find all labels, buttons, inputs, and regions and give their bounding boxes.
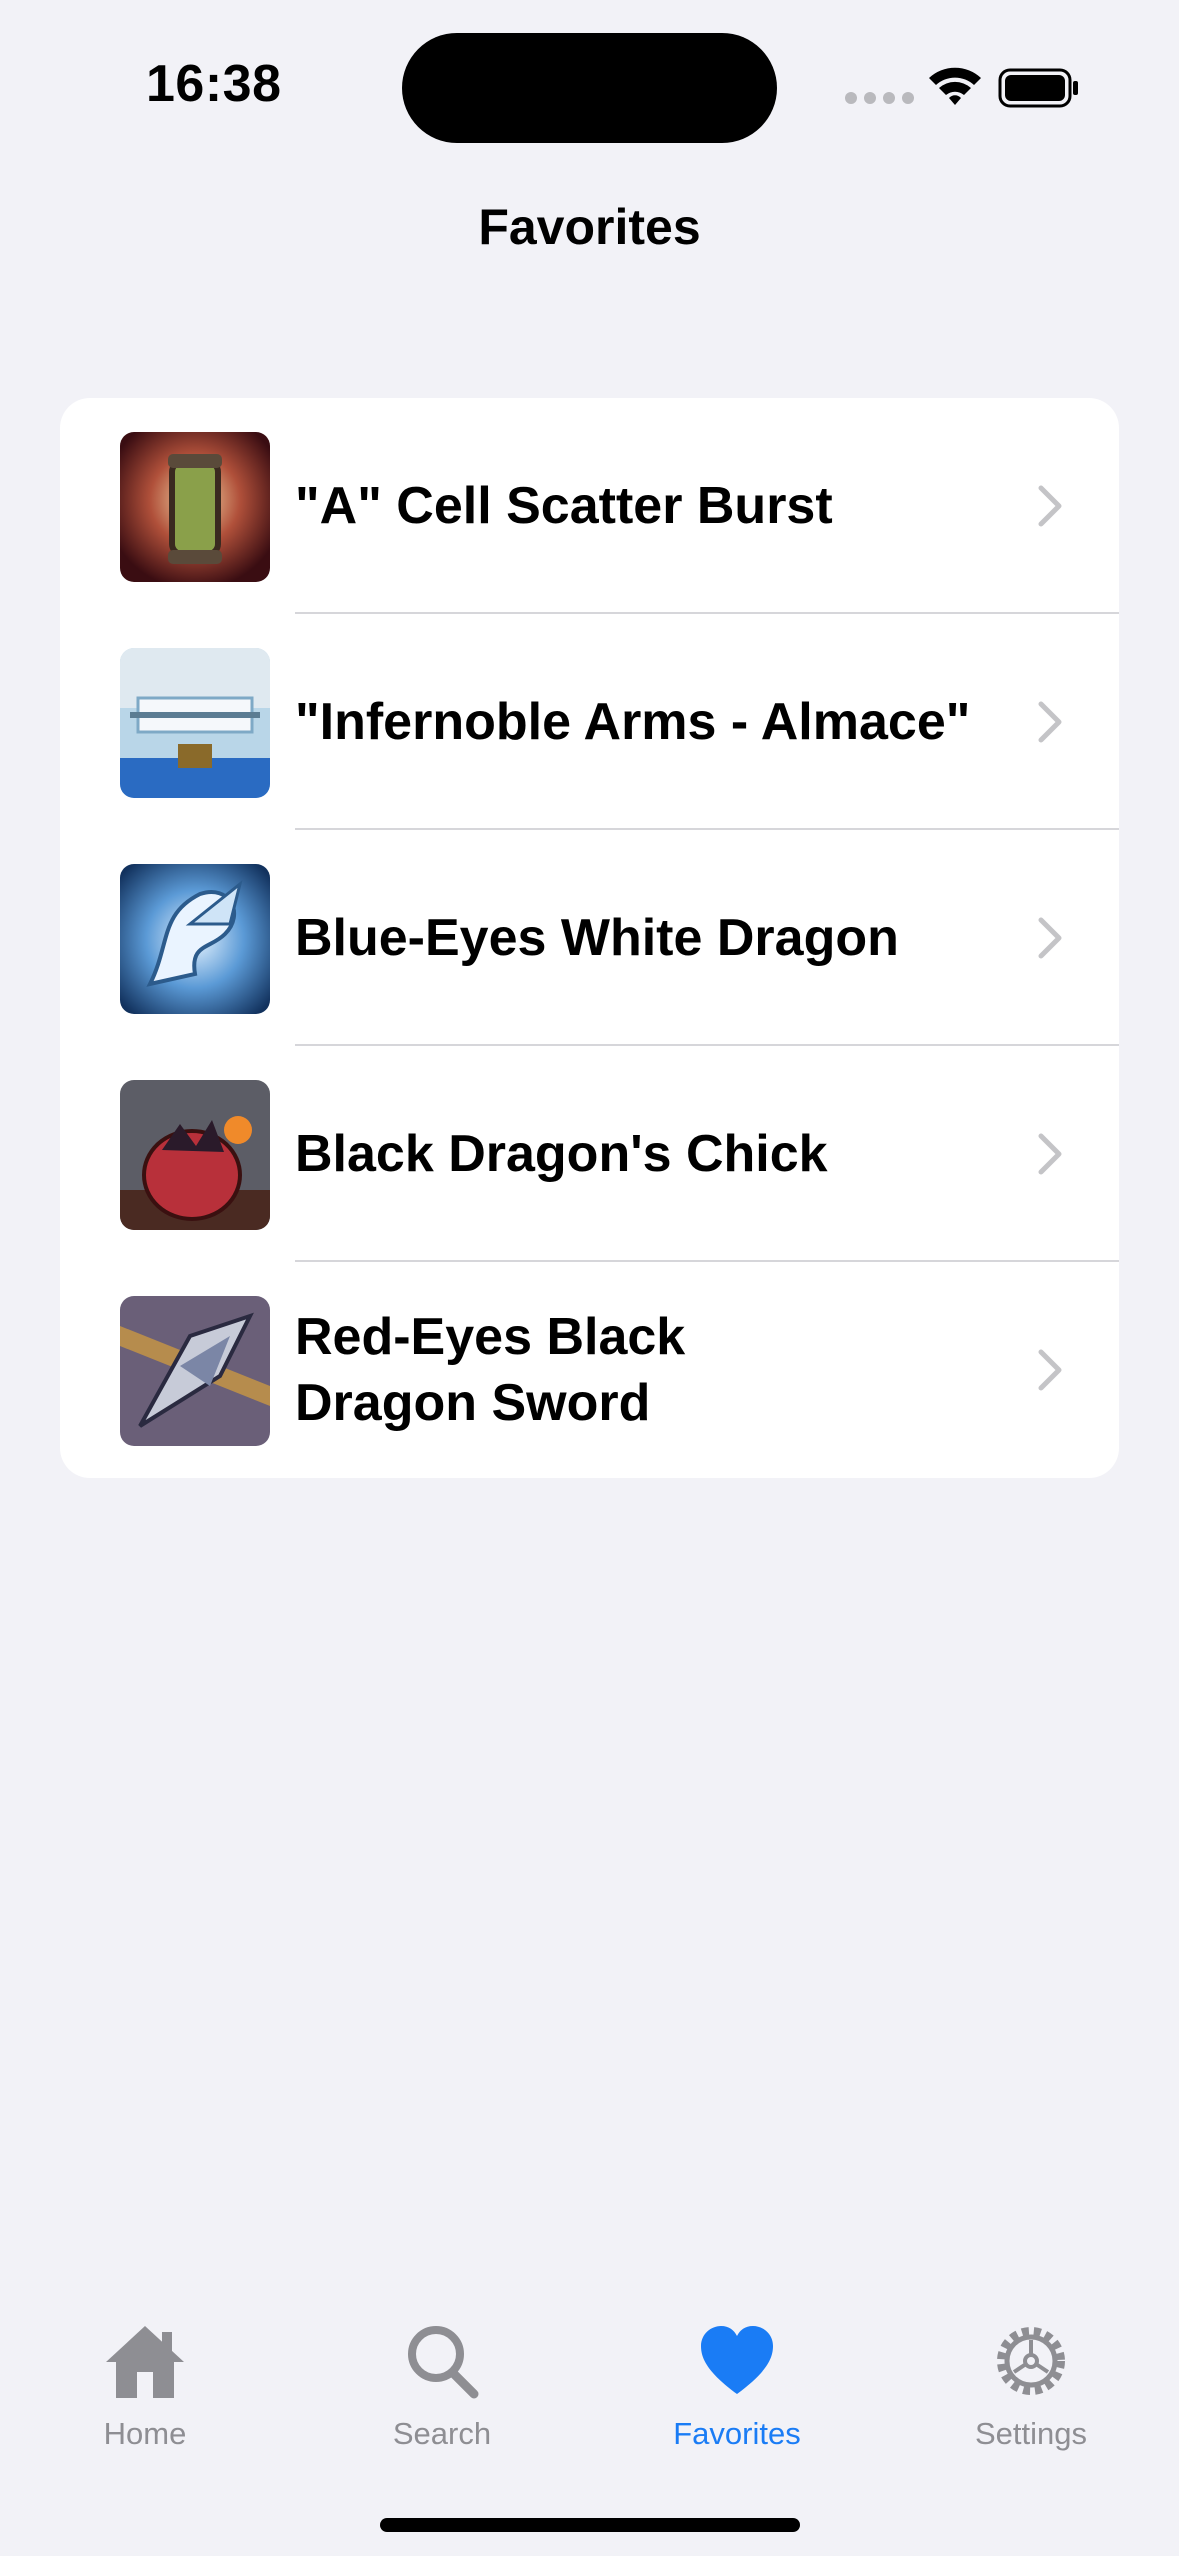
house-icon: [106, 2326, 184, 2398]
list-item[interactable]: Blue-Eyes White Dragon: [60, 830, 1119, 1046]
chevron-right-icon: [1038, 485, 1062, 527]
tab-bar: Home Search Favorites Settings: [0, 2290, 1179, 2556]
tab-label: Home: [103, 2416, 187, 2451]
home-indicator[interactable]: [380, 2518, 800, 2532]
page-title: Favorites: [478, 199, 701, 255]
chevron-right-icon: [1038, 1349, 1062, 1391]
card-thumbnail: [120, 864, 270, 1014]
chevron-right-icon: [1038, 701, 1062, 743]
tab-home[interactable]: Home: [30, 2320, 260, 2470]
gear-icon: [997, 2327, 1065, 2395]
card-thumbnail: [120, 432, 270, 582]
list-item-title: "Infernoble Arms - Almace": [295, 693, 971, 751]
list-item[interactable]: "A" Cell Scatter Burst: [60, 398, 1119, 614]
cellular-signal-icon: [845, 92, 914, 104]
battery-icon: [998, 68, 1078, 108]
list-item-title: "A" Cell Scatter Burst: [295, 477, 833, 535]
dynamic-island: [402, 33, 777, 143]
card-thumbnail: [120, 1296, 270, 1446]
list-item[interactable]: Red-Eyes Black Dragon Sword: [60, 1262, 1119, 1478]
chevron-right-icon: [1038, 1133, 1062, 1175]
favorites-list: "A" Cell Scatter Burst "Infernoble Arms …: [60, 398, 1119, 1478]
chevron-right-icon: [1038, 917, 1062, 959]
card-thumbnail: [120, 1080, 270, 1230]
tab-favorites[interactable]: Favorites: [622, 2320, 852, 2470]
list-item-title: Red-Eyes Black Dragon Sword: [295, 1308, 686, 1432]
list-item-title: Blue-Eyes White Dragon: [295, 909, 899, 967]
status-time: 16:38: [146, 55, 282, 113]
wifi-icon: [929, 67, 981, 105]
tab-search[interactable]: Search: [327, 2320, 557, 2470]
status-icons: [845, 62, 1085, 112]
list-item-title: Black Dragon's Chick: [295, 1125, 828, 1183]
list-item[interactable]: Black Dragon's Chick: [60, 1046, 1119, 1262]
tab-label: Search: [392, 2416, 492, 2451]
card-thumbnail: [120, 648, 270, 798]
status-bar: 16:38: [0, 0, 1179, 180]
tab-settings[interactable]: Settings: [916, 2320, 1146, 2470]
heart-icon: [701, 2326, 773, 2394]
list-item[interactable]: "Infernoble Arms - Almace": [60, 614, 1119, 830]
tab-label: Favorites: [673, 2416, 801, 2451]
tab-label: Settings: [974, 2416, 1087, 2451]
magnifier-icon: [408, 2326, 479, 2399]
